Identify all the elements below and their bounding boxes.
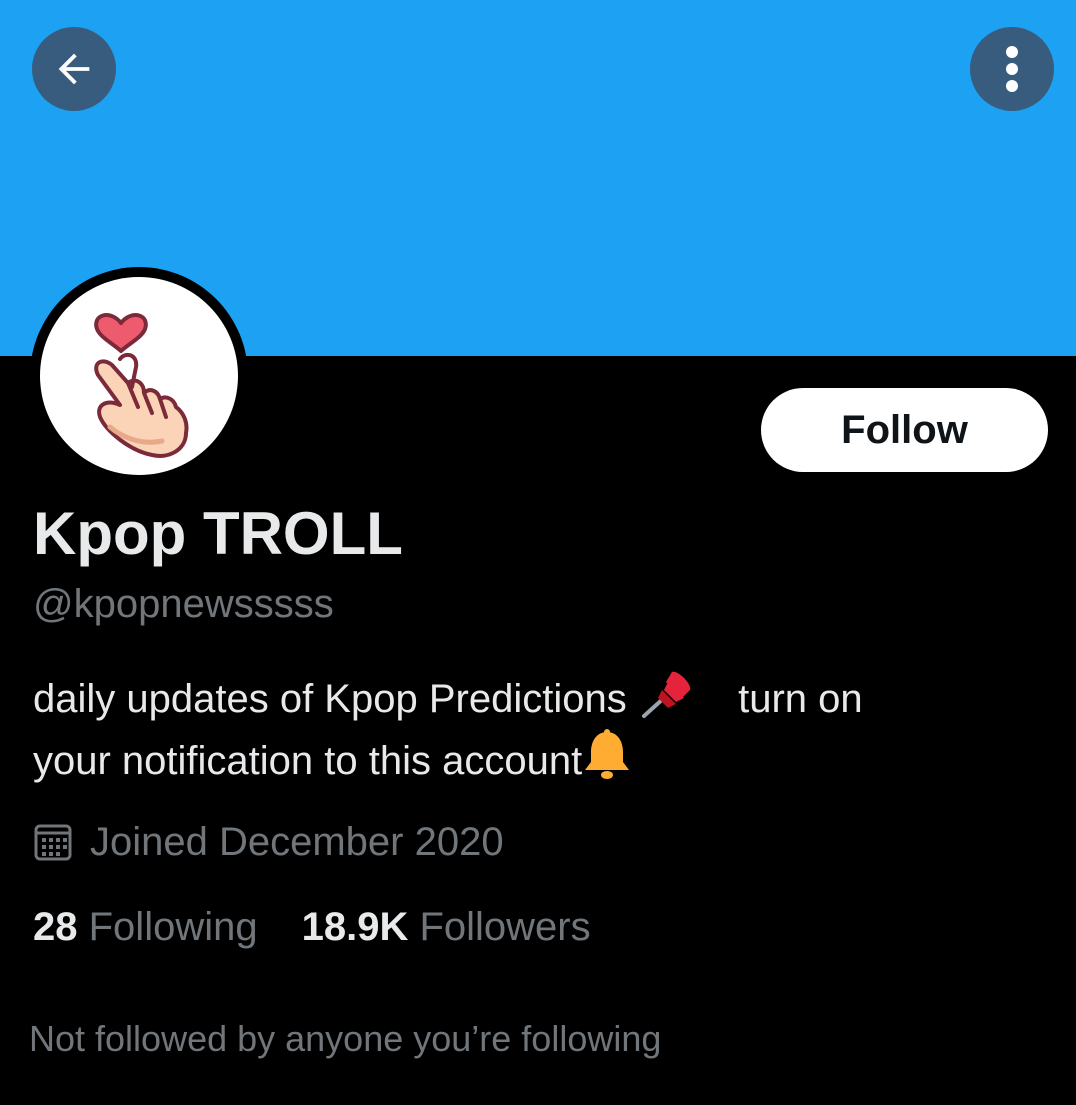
arrow-left-icon <box>51 46 97 92</box>
more-options-button[interactable] <box>970 27 1054 111</box>
avatar[interactable] <box>40 277 238 475</box>
follow-stats: 28 Following 18.9K Followers <box>33 905 591 950</box>
profile-bio: daily updates of Kpop Predictions turn o… <box>33 668 1043 788</box>
bio-text-1a: daily updates of Kpop Predictions <box>33 677 627 721</box>
avatar-ring <box>30 267 248 485</box>
not-followed-notice: Not followed by anyone you’re following <box>29 1018 662 1059</box>
following-count: 28 <box>33 905 78 949</box>
bio-text-2: your notification to this account <box>33 739 583 783</box>
bio-text-1b: turn on <box>738 677 863 721</box>
more-vertical-icon <box>1002 44 1022 94</box>
following-label: Following <box>88 905 258 949</box>
join-date: Joined December 2020 <box>33 816 504 868</box>
join-date-text: Joined December 2020 <box>90 819 504 864</box>
pushpin-icon <box>638 668 698 737</box>
finger-heart-icon <box>40 277 238 475</box>
follow-button[interactable]: Follow <box>761 388 1048 472</box>
followers-count: 18.9K <box>301 905 409 949</box>
following-link[interactable]: 28 Following <box>33 905 258 950</box>
followers-link[interactable]: 18.9K Followers <box>302 905 591 950</box>
display-name: Kpop TROLL <box>33 500 403 567</box>
bio-line-2: your notification to this account <box>33 728 1043 788</box>
back-button[interactable] <box>32 27 116 111</box>
bell-icon <box>582 728 632 799</box>
followers-label: Followers <box>419 905 591 949</box>
calendar-icon <box>33 822 73 862</box>
username-handle: @kpopnewsssss <box>33 582 334 626</box>
bio-line-1: daily updates of Kpop Predictions turn o… <box>33 668 1043 728</box>
